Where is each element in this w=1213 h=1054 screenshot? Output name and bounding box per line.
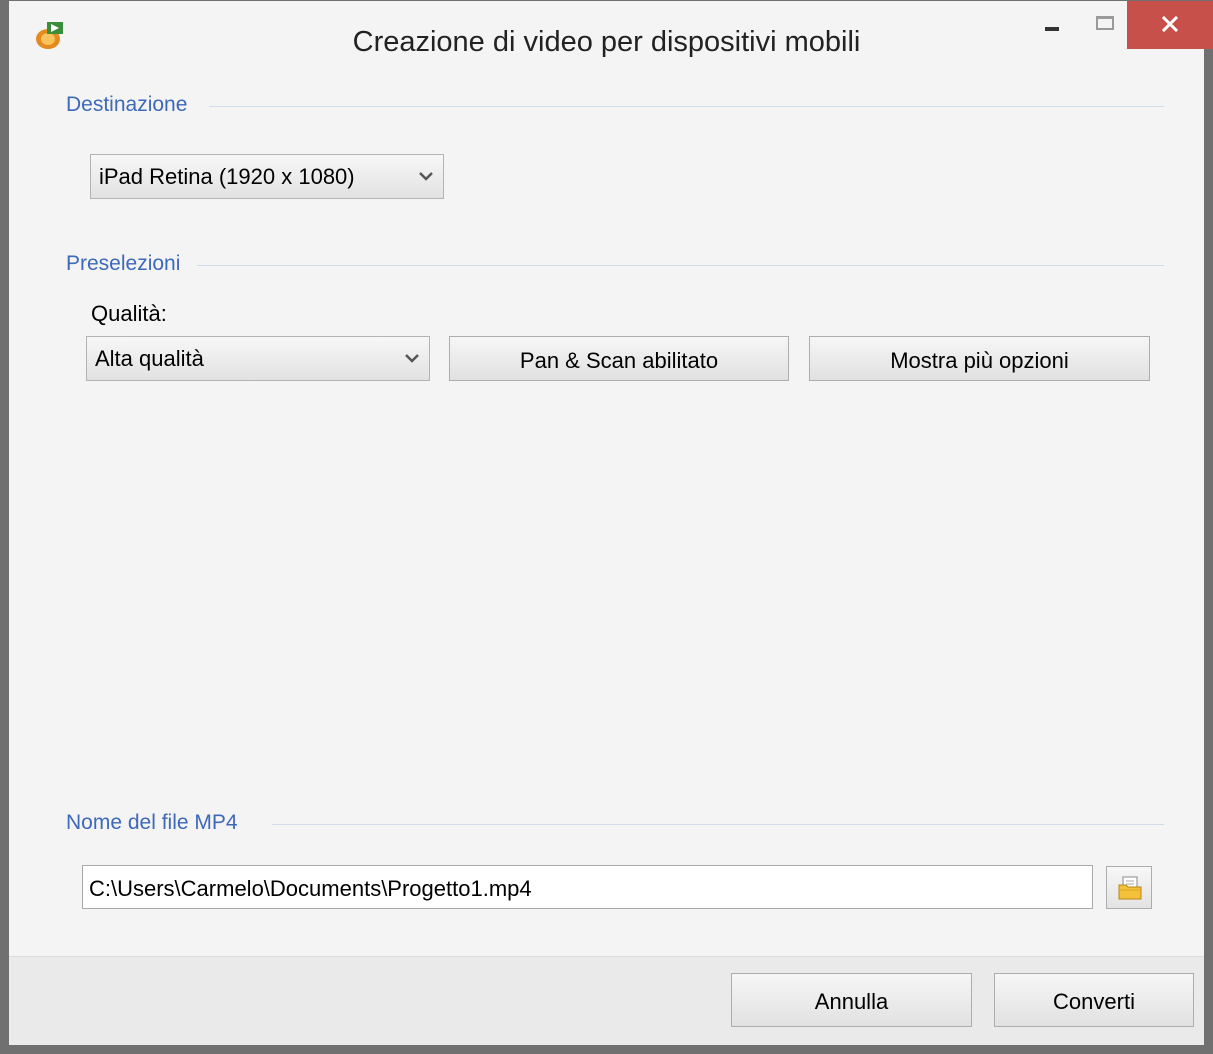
- chevron-down-icon: [419, 172, 433, 181]
- more-options-button-label: Mostra più opzioni: [890, 348, 1069, 373]
- title-bar: Creazione di video per dispositivi mobil…: [9, 1, 1213, 78]
- destination-group-label: Destinazione: [66, 93, 188, 116]
- close-button[interactable]: [1127, 1, 1213, 49]
- more-options-button[interactable]: Mostra più opzioni: [809, 336, 1150, 381]
- maximize-icon[interactable]: [1084, 1, 1128, 47]
- presets-divider: [197, 265, 1164, 266]
- cancel-button[interactable]: Annulla: [731, 973, 972, 1027]
- close-icon: [1162, 16, 1178, 32]
- minimize-icon[interactable]: [1037, 1, 1071, 47]
- convert-button-label: Converti: [1053, 989, 1135, 1014]
- quality-select-value: Alta qualità: [95, 346, 204, 371]
- convert-button[interactable]: Converti: [994, 973, 1194, 1027]
- pan-scan-button-label: Pan & Scan abilitato: [519, 348, 719, 373]
- pan-scan-button[interactable]: Pan & Scan abilitato: [449, 336, 789, 381]
- chevron-down-icon: [405, 354, 419, 363]
- browse-button[interactable]: [1106, 866, 1152, 909]
- filename-divider: [272, 824, 1164, 825]
- presets-group-label: Preselezioni: [66, 252, 181, 275]
- device-select[interactable]: iPad Retina (1920 x 1080): [90, 154, 444, 199]
- folder-icon: [1118, 876, 1142, 900]
- quality-select[interactable]: Alta qualità: [86, 336, 430, 381]
- filename-group-label: Nome del file MP4: [66, 811, 238, 834]
- device-select-value: iPad Retina (1920 x 1080): [99, 164, 355, 189]
- dialog-footer: Annulla Converti: [9, 956, 1204, 1045]
- dialog-window: Creazione di video per dispositivi mobil…: [0, 0, 1213, 1054]
- file-path-input[interactable]: C:\Users\Carmelo\Documents\Progetto1.mp4: [82, 865, 1093, 909]
- destination-divider: [209, 106, 1164, 107]
- cancel-button-label: Annulla: [814, 989, 889, 1014]
- window-title: Creazione di video per dispositivi mobil…: [352, 26, 861, 58]
- file-path-value: C:\Users\Carmelo\Documents\Progetto1.mp4: [89, 876, 532, 901]
- quality-label: Qualità:: [91, 301, 167, 326]
